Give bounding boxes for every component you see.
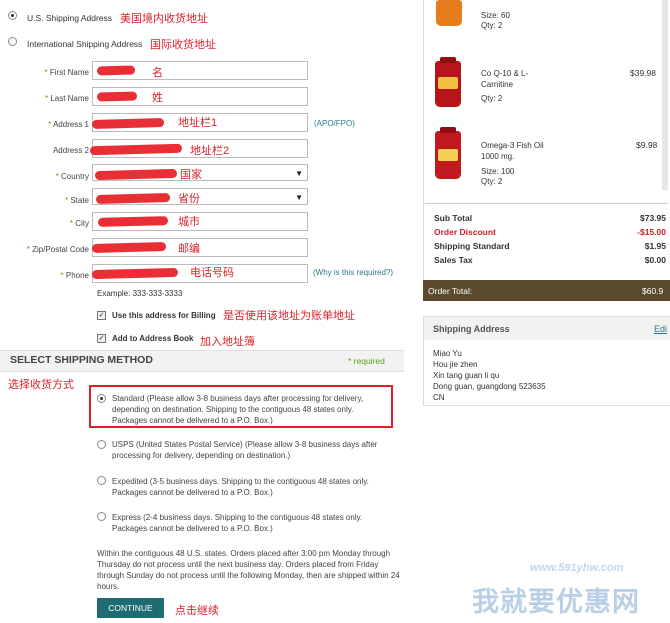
product-qty: Qty: 2: [481, 21, 503, 30]
intl-shipping-label: International Shipping Address: [27, 39, 143, 49]
shipping-method-title: SELECT SHIPPING METHOD: [10, 354, 153, 366]
add-book-note: 加入地址簿: [200, 336, 255, 348]
address1-label: * Address 1: [48, 120, 89, 129]
product-qty: Qty: 2: [481, 94, 503, 103]
shipping-option-express[interactable]: Express (2-4 business days. Shipping to …: [112, 512, 390, 534]
product-bottle-image: [435, 57, 461, 107]
product-price: $9.98: [636, 140, 658, 150]
intl-shipping-note: 国际收货地址: [150, 39, 216, 51]
add-book-checkbox[interactable]: ✓: [97, 334, 106, 343]
shipping-option-standard-radio[interactable]: [97, 394, 106, 403]
product-name: Omega-3 Fish Oil 1000 mg.: [481, 141, 544, 161]
shipping-option-usps[interactable]: USPS (United States Postal Service) (Ple…: [112, 439, 390, 461]
phone-why-link[interactable]: (Why is this required?): [313, 268, 393, 277]
add-book-label: Add to Address Book: [112, 334, 194, 343]
shipping-option-expedited-radio[interactable]: [97, 476, 106, 485]
shipping-address-title: Shipping Address: [433, 324, 510, 334]
summary-row: Sales Tax $0.00: [434, 255, 666, 265]
use-billing-checkbox[interactable]: ✓: [97, 311, 106, 320]
shipping-method-note: 选择收货方式: [8, 379, 74, 391]
continue-button[interactable]: CONTINUE: [97, 598, 164, 618]
shipping-option-express-radio[interactable]: [97, 512, 106, 521]
state-label: * State: [64, 196, 89, 205]
first-name-label: * First Name: [44, 68, 89, 77]
last-name-note: 姓: [152, 92, 163, 104]
redaction-scribble: [96, 65, 136, 76]
chevron-down-icon: ▼: [295, 193, 303, 202]
address2-note: 地址栏2: [190, 145, 230, 157]
us-shipping-radio[interactable]: [8, 11, 17, 20]
apo-fpo-hint: (APO/FPO): [314, 119, 355, 128]
summary-row: Shipping Standard $1.95: [434, 241, 666, 251]
order-total-value: $60.9: [642, 286, 664, 296]
state-note: 省份: [178, 193, 200, 205]
watermark-brand: 我就要优惠网: [472, 587, 640, 617]
us-shipping-note: 美国境内收货地址: [120, 13, 208, 25]
redaction-scribble: [97, 216, 169, 227]
order-total-label: Order Total:: [428, 286, 473, 296]
continue-note: 点击继续: [175, 605, 219, 617]
chevron-down-icon: ▼: [295, 169, 303, 178]
zip-note: 邮编: [178, 243, 200, 255]
first-name-note: 名: [152, 67, 163, 79]
edit-address-link[interactable]: Edi: [654, 324, 667, 334]
product-qty: Qty: 2: [481, 177, 503, 186]
shipping-option-standard[interactable]: Standard (Please allow 3-8 business days…: [112, 393, 390, 426]
product-size: Size: 100: [481, 167, 515, 176]
product-size: Size: 60: [481, 11, 510, 20]
us-shipping-label: U.S. Shipping Address: [27, 13, 113, 23]
city-label: * City: [69, 219, 89, 228]
redaction-scribble: [91, 242, 167, 253]
address1-note: 地址栏1: [178, 117, 218, 129]
redaction-scribble: [95, 193, 171, 204]
shipping-option-expedited[interactable]: Expedited (3-5 business days. Shipping t…: [112, 476, 390, 498]
redaction-scribble: [91, 118, 165, 129]
product-bottle-image: [436, 0, 462, 26]
divider: [425, 203, 668, 204]
product-name: Co Q-10 & L-Carnitine: [481, 69, 529, 89]
product-bottle-image: [435, 127, 461, 179]
use-billing-label: Use this address for Billing: [112, 311, 216, 320]
redaction-scribble: [96, 91, 138, 102]
address2-label: Address 2: [52, 146, 89, 155]
country-label: * Country: [55, 172, 89, 181]
phone-label: * Phone: [60, 271, 89, 280]
summary-row: Sub Total $73.95: [434, 213, 666, 223]
phone-note: 电话号码: [190, 267, 234, 279]
phone-example: Example: 333-333-3333: [97, 289, 183, 298]
scrollbar[interactable]: [662, 0, 668, 190]
last-name-label: * Last Name: [44, 94, 89, 103]
intl-shipping-radio[interactable]: [8, 37, 17, 46]
city-note: 城市: [178, 216, 200, 228]
shipping-footnote: Within the contiguous 48 U.S. states. Or…: [97, 549, 400, 591]
required-note: * required: [348, 356, 385, 366]
use-billing-note: 是否使用该地址为账单地址: [223, 310, 355, 322]
shipping-address-lines: Miao Yu Hou jie zhen Xin tang guan li qu…: [433, 349, 546, 402]
country-note: 国家: [180, 169, 202, 181]
summary-row-discount: Order Discount -$15.00: [434, 227, 666, 237]
shipping-option-usps-radio[interactable]: [97, 440, 106, 449]
zip-label: * Zip/Postal Code: [26, 245, 89, 254]
watermark-url: www.591yhw.com: [530, 562, 624, 574]
product-price: $39.98: [630, 68, 656, 78]
